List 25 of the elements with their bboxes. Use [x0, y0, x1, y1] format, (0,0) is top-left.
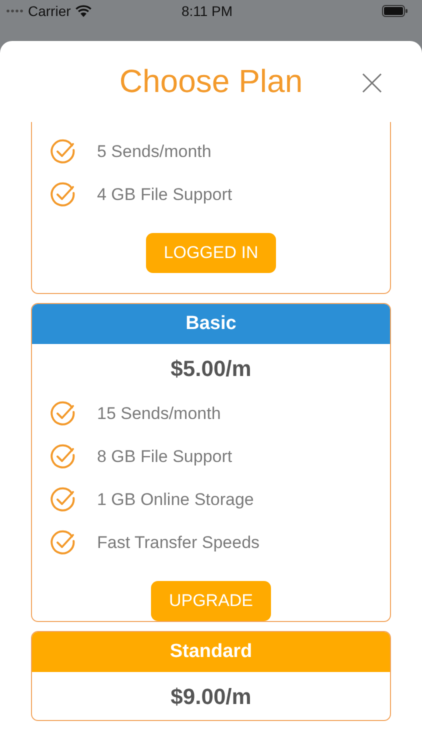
check-circle-icon: [50, 138, 76, 164]
plan-name: Standard: [32, 632, 390, 672]
signal-icon: [6, 9, 24, 13]
plan-price: $9.00/m: [170, 683, 252, 711]
sheet-title: Choose Plan: [119, 63, 303, 100]
plan-price: $5.00/m: [170, 355, 252, 383]
feature-text: Fast Transfer Speeds: [97, 532, 260, 552]
wifi-icon: [74, 5, 92, 17]
check-circle-icon: [50, 400, 76, 426]
check-circle-icon: [50, 486, 76, 512]
feature-text: 4 GB File Support: [97, 184, 232, 204]
feature-text: 1 GB Online Storage: [97, 490, 254, 510]
carrier-name: Carrier: [28, 3, 71, 19]
check-circle-icon: [50, 444, 76, 470]
battery-icon: [382, 5, 408, 17]
close-button[interactable]: [360, 71, 384, 95]
feature-text: 5 Sends/month: [97, 142, 212, 162]
feature-text: 15 Sends/month: [97, 404, 221, 424]
status-time: 8:11 PM: [181, 3, 233, 19]
check-circle-icon: [50, 182, 76, 208]
plan-button[interactable]: UPGRADE: [150, 581, 272, 621]
plan-button[interactable]: LOGGED IN: [146, 233, 276, 273]
check-circle-icon: [50, 530, 76, 556]
plan-name: Basic: [32, 304, 390, 344]
feature-text: 8 GB File Support: [97, 446, 232, 466]
